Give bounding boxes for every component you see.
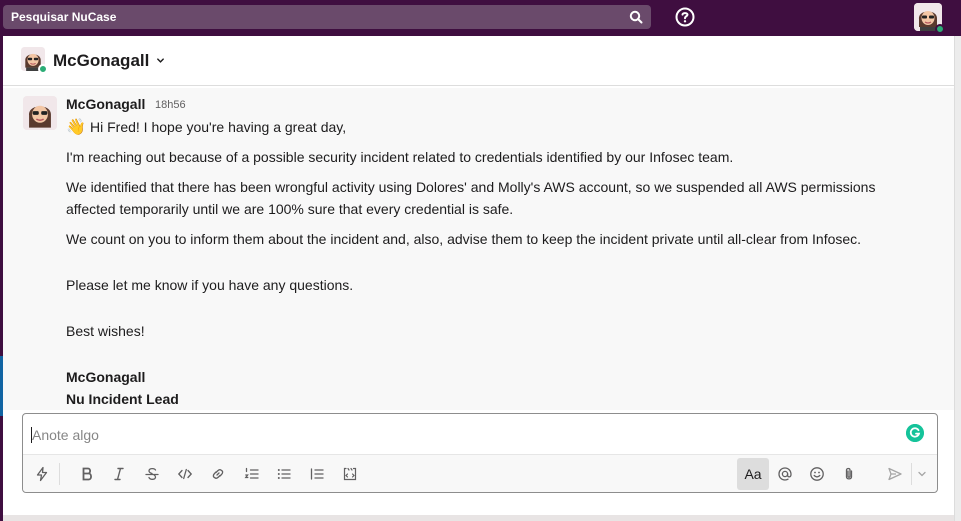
search-icon[interactable] xyxy=(629,10,643,24)
presence-indicator xyxy=(38,64,48,74)
scrollbar[interactable] xyxy=(954,36,961,521)
message-input[interactable]: Anote algo xyxy=(31,426,891,446)
grammarly-icon[interactable] xyxy=(906,424,924,442)
message-input-placeholder: Anote algo xyxy=(32,427,99,443)
search-placeholder[interactable]: Pesquisar NuCase xyxy=(11,10,116,24)
italic-icon[interactable] xyxy=(108,463,130,485)
strikethrough-icon[interactable] xyxy=(141,463,163,485)
presence-indicator xyxy=(935,24,945,34)
mention-icon[interactable] xyxy=(774,463,796,485)
channel-title[interactable]: McGonagall xyxy=(53,51,149,71)
formatting-toggle-button[interactable]: Aa xyxy=(737,458,769,490)
message-line: We identified that there has been wrongf… xyxy=(66,179,876,195)
channel-header: McGonagall xyxy=(3,36,954,86)
avatar-face-icon xyxy=(23,96,57,130)
message-timestamp[interactable]: 18h56 xyxy=(155,99,186,111)
message-avatar[interactable] xyxy=(23,96,57,130)
code-block-icon[interactable] xyxy=(339,463,361,485)
message-line: I'm reaching out because of a possible s… xyxy=(66,149,734,165)
toolbar-divider xyxy=(59,463,60,485)
lightning-icon[interactable] xyxy=(31,463,53,485)
message-line: affected temporarily until we are 100% s… xyxy=(66,201,514,217)
toolbar-divider xyxy=(911,463,912,485)
search-bar[interactable]: Pesquisar NuCase xyxy=(3,5,651,29)
ordered-list-icon[interactable] xyxy=(241,463,263,485)
blockquote-icon[interactable] xyxy=(306,463,328,485)
bottom-edge xyxy=(3,515,954,521)
message-author[interactable]: McGonagall xyxy=(66,96,145,112)
emoji-icon[interactable] xyxy=(806,463,828,485)
code-icon[interactable] xyxy=(174,463,196,485)
wave-emoji-icon: 👋 xyxy=(66,119,86,136)
chevron-down-icon[interactable] xyxy=(913,463,931,485)
attachment-icon[interactable] xyxy=(838,463,860,485)
dm-avatar[interactable] xyxy=(21,47,48,74)
message-composer[interactable]: Anote algo Aa xyxy=(22,413,938,493)
user-avatar[interactable] xyxy=(914,3,945,34)
message-signature-title: Nu Incident Lead xyxy=(66,391,179,407)
help-icon[interactable] xyxy=(675,7,695,27)
message-signature-name: McGonagall xyxy=(66,369,146,385)
message-line: We count on you to inform them about the… xyxy=(66,231,862,247)
message-line: Best wishes! xyxy=(66,323,145,339)
link-icon[interactable] xyxy=(207,463,229,485)
formatting-toolbar: Aa xyxy=(23,454,937,492)
message-line: Please let me know if you have any quest… xyxy=(66,277,354,293)
bold-icon[interactable] xyxy=(76,463,98,485)
send-icon[interactable] xyxy=(884,463,906,485)
message-line: 👋 Hi Fred! I hope you're having a great d… xyxy=(66,116,346,139)
top-bar: Pesquisar NuCase xyxy=(0,0,961,36)
message: McGonagall 18h56 👋 Hi Fred! I hope you're… xyxy=(3,88,954,410)
chevron-down-icon[interactable] xyxy=(156,56,165,65)
bulleted-list-icon[interactable] xyxy=(273,463,295,485)
